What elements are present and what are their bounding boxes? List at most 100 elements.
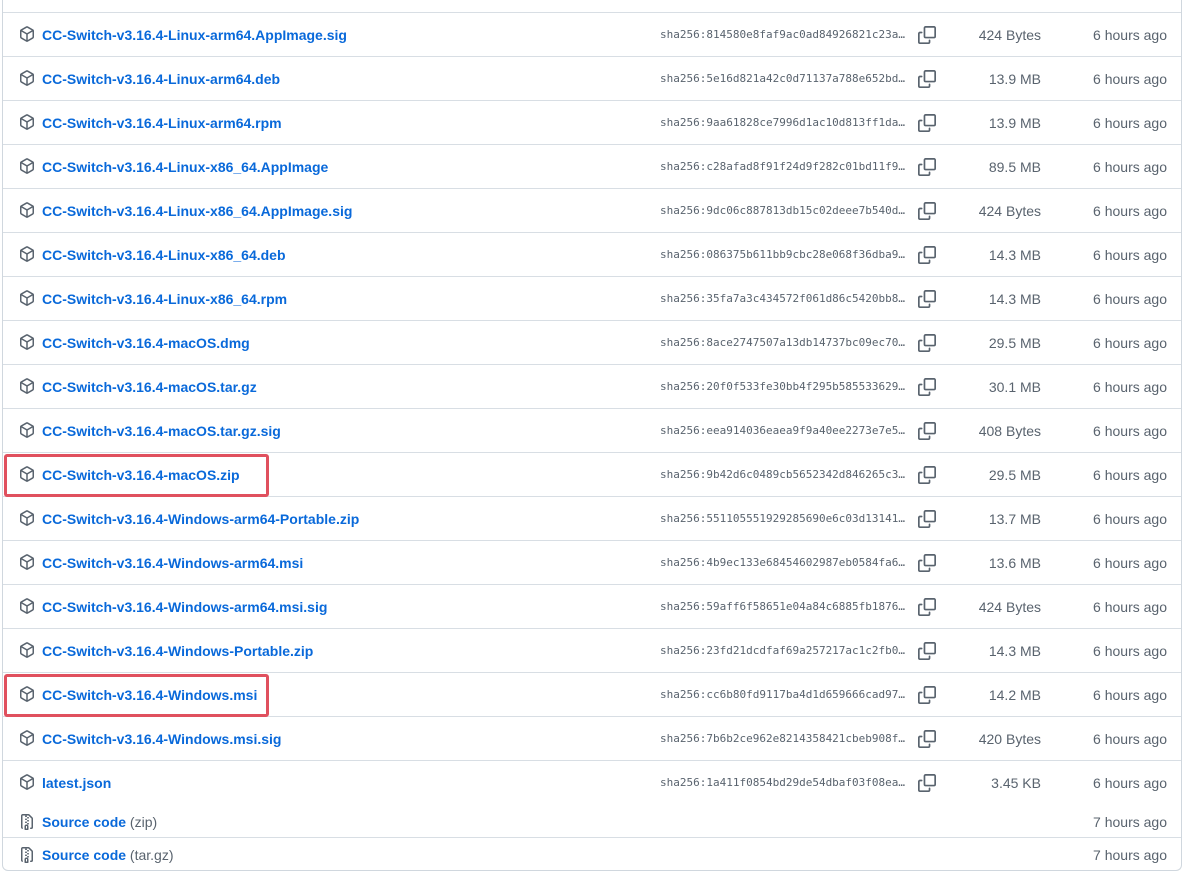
- asset-download-link[interactable]: CC-Switch-v3.16.4-Linux-x86_64.AppImage: [42, 158, 328, 176]
- asset-download-link[interactable]: CC-Switch-v3.16.4-Windows.msi: [42, 686, 257, 704]
- package-icon: [19, 378, 35, 394]
- asset-row: CC-Switch-v3.16.4-Linux-arm64.deb sha256:…: [3, 57, 1181, 101]
- asset-size: 14.3 MB: [988, 291, 1041, 307]
- asset-sha256: sha256:9b42d6c0489cb5652342d846265c3…: [660, 468, 906, 481]
- asset-size: 408 Bytes: [978, 423, 1041, 439]
- copy-icon[interactable]: [918, 554, 936, 572]
- asset-download-link[interactable]: CC-Switch-v3.16.4-Windows-Portable.zip: [42, 642, 313, 660]
- copy-icon[interactable]: [918, 114, 936, 132]
- source-code-format: (zip): [129, 814, 158, 830]
- package-icon: [19, 730, 35, 746]
- source-code-row: Source code (tar.gz) 7 hours ago: [3, 838, 1181, 870]
- asset-download-link[interactable]: CC-Switch-v3.16.4-Linux-x86_64.AppImage.…: [42, 202, 352, 220]
- asset-download-link[interactable]: CC-Switch-v3.16.4-macOS.dmg: [42, 334, 250, 352]
- package-icon: [19, 774, 35, 790]
- copy-icon[interactable]: [918, 26, 936, 44]
- asset-updated-time: 6 hours ago: [1093, 467, 1167, 483]
- copy-icon[interactable]: [918, 642, 936, 660]
- package-icon: [19, 70, 35, 86]
- package-icon: [19, 466, 35, 482]
- source-code-time: 7 hours ago: [1093, 847, 1167, 863]
- asset-updated-time: 6 hours ago: [1093, 27, 1167, 43]
- package-icon: [19, 554, 35, 570]
- asset-download-link[interactable]: CC-Switch-v3.16.4-Linux-arm64.rpm: [42, 114, 282, 132]
- copy-icon[interactable]: [918, 246, 936, 264]
- asset-row: CC-Switch-v3.16.4-macOS.tar.gz sha256:20f…: [3, 365, 1181, 409]
- copy-icon[interactable]: [918, 730, 936, 748]
- asset-size: 424 Bytes: [978, 27, 1041, 43]
- release-assets-list: CC-Switch-v3.16.4-Linux-arm64.AppImage.s…: [2, 0, 1182, 871]
- package-icon: [19, 246, 35, 262]
- asset-sha256: sha256:8ace2747507a13db14737bc09ec70…: [660, 336, 906, 349]
- asset-size: 3.45 KB: [991, 775, 1041, 791]
- asset-download-link[interactable]: CC-Switch-v3.16.4-Linux-arm64.deb: [42, 70, 280, 88]
- asset-download-link[interactable]: CC-Switch-v3.16.4-Windows-arm64-Portable…: [42, 510, 359, 528]
- asset-updated-time: 6 hours ago: [1093, 775, 1167, 791]
- copy-icon[interactable]: [918, 70, 936, 88]
- package-icon: [19, 202, 35, 218]
- asset-size: 13.6 MB: [988, 555, 1041, 571]
- package-icon: [19, 510, 35, 526]
- asset-row: CC-Switch-v3.16.4-macOS.dmg sha256:8ace27…: [3, 321, 1181, 365]
- asset-sha256: sha256:551105551929285690e6c03d13141…: [660, 512, 906, 525]
- copy-icon[interactable]: [918, 422, 936, 440]
- package-icon: [19, 114, 35, 130]
- copy-icon[interactable]: [918, 334, 936, 352]
- asset-rows: CC-Switch-v3.16.4-Linux-arm64.AppImage.s…: [3, 13, 1181, 805]
- asset-updated-time: 6 hours ago: [1093, 599, 1167, 615]
- copy-icon[interactable]: [918, 466, 936, 484]
- asset-size: 424 Bytes: [978, 203, 1041, 219]
- asset-download-link[interactable]: CC-Switch-v3.16.4-Linux-arm64.AppImage.s…: [42, 26, 347, 44]
- asset-row: CC-Switch-v3.16.4-Linux-x86_64.AppImage.…: [3, 189, 1181, 233]
- source-code-download-link[interactable]: Source code (zip): [42, 813, 157, 831]
- source-code-download-link[interactable]: Source code (tar.gz): [42, 846, 174, 864]
- asset-size: 14.3 MB: [988, 247, 1041, 263]
- asset-download-link[interactable]: CC-Switch-v3.16.4-Windows-arm64.msi: [42, 554, 303, 572]
- asset-sha256: sha256:1a411f0854bd29de54dbaf03f08ea…: [660, 776, 906, 789]
- asset-row: CC-Switch-v3.16.4-macOS.zip sha256:9b42d6…: [3, 453, 1181, 497]
- asset-updated-time: 6 hours ago: [1093, 71, 1167, 87]
- asset-download-link[interactable]: CC-Switch-v3.16.4-macOS.tar.gz: [42, 378, 257, 396]
- file-zip-icon: [19, 847, 35, 863]
- copy-icon[interactable]: [918, 290, 936, 308]
- asset-download-link[interactable]: CC-Switch-v3.16.4-Linux-x86_64.deb: [42, 246, 286, 264]
- file-zip-icon: [19, 814, 35, 830]
- package-icon: [19, 158, 35, 174]
- copy-icon[interactable]: [918, 686, 936, 704]
- copy-icon[interactable]: [918, 158, 936, 176]
- asset-sha256: sha256:5e16d821a42c0d71137a788e652bd…: [660, 72, 906, 85]
- asset-row: CC-Switch-v3.16.4-Windows-arm64.msi sha25…: [3, 541, 1181, 585]
- copy-icon[interactable]: [918, 598, 936, 616]
- asset-download-link[interactable]: latest.json: [42, 774, 111, 792]
- asset-updated-time: 6 hours ago: [1093, 555, 1167, 571]
- copy-icon[interactable]: [918, 774, 936, 792]
- asset-updated-time: 6 hours ago: [1093, 335, 1167, 351]
- asset-updated-time: 6 hours ago: [1093, 115, 1167, 131]
- asset-size: 30.1 MB: [988, 379, 1041, 395]
- asset-updated-time: 6 hours ago: [1093, 291, 1167, 307]
- asset-sha256: sha256:9dc06c887813db15c02deee7b540d…: [660, 204, 906, 217]
- asset-row: CC-Switch-v3.16.4-Linux-arm64.AppImage.s…: [3, 13, 1181, 57]
- asset-row: CC-Switch-v3.16.4-Windows-arm64.msi.sig s…: [3, 585, 1181, 629]
- asset-download-link[interactable]: CC-Switch-v3.16.4-macOS.zip: [42, 466, 240, 484]
- source-code-label: Source code: [42, 847, 127, 863]
- source-code-rows: Source code (zip) 7 hours ago Source code …: [3, 805, 1181, 870]
- asset-download-link[interactable]: CC-Switch-v3.16.4-Linux-x86_64.rpm: [42, 290, 287, 308]
- asset-download-link[interactable]: CC-Switch-v3.16.4-Windows-arm64.msi.sig: [42, 598, 327, 616]
- asset-download-link[interactable]: CC-Switch-v3.16.4-macOS.tar.gz.sig: [42, 422, 281, 440]
- package-icon: [19, 598, 35, 614]
- asset-updated-time: 6 hours ago: [1093, 687, 1167, 703]
- asset-sha256: sha256:cc6b80fd9117ba4d1d659666cad97…: [660, 688, 906, 701]
- copy-icon[interactable]: [918, 510, 936, 528]
- copy-icon[interactable]: [918, 378, 936, 396]
- asset-download-link[interactable]: CC-Switch-v3.16.4-Windows.msi.sig: [42, 730, 281, 748]
- asset-size: 14.2 MB: [988, 687, 1041, 703]
- asset-sha256: sha256:c28afad8f91f24d9f282c01bd11f9…: [660, 160, 906, 173]
- source-code-row: Source code (zip) 7 hours ago: [3, 805, 1181, 838]
- asset-updated-time: 6 hours ago: [1093, 247, 1167, 263]
- copy-icon[interactable]: [918, 202, 936, 220]
- asset-row: CC-Switch-v3.16.4-Linux-arm64.rpm sha256:…: [3, 101, 1181, 145]
- asset-sha256: sha256:7b6b2ce962e8214358421cbeb908f…: [660, 732, 906, 745]
- package-icon: [19, 26, 35, 42]
- asset-size: 14.3 MB: [988, 643, 1041, 659]
